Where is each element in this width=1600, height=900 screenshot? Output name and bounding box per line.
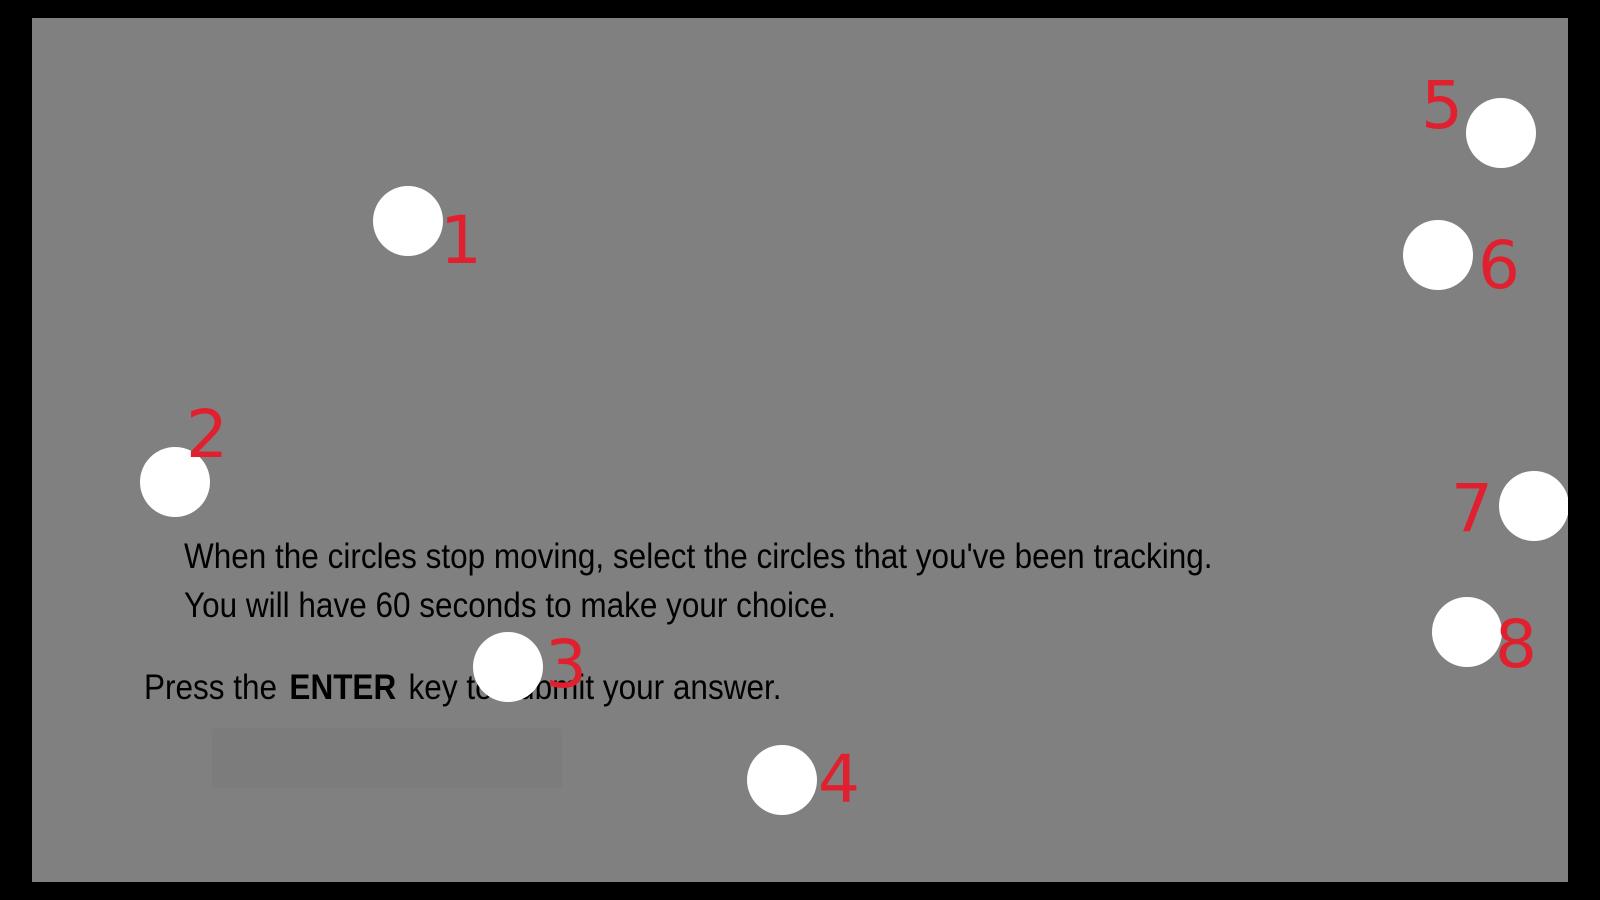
- instructions-text: When the circles stop moving, select the…: [184, 532, 1213, 630]
- tracking-circle-3[interactable]: [473, 632, 543, 702]
- enter-key-label: ENTER: [289, 668, 397, 707]
- tracking-circle-7[interactable]: [1499, 471, 1568, 541]
- circle-number-5: 5: [1421, 67, 1463, 144]
- submit-prefix: Press the: [144, 668, 278, 707]
- instruction-line-1: When the circles stop moving, select the…: [184, 537, 1213, 576]
- circle-number-3: 3: [545, 626, 587, 703]
- screen-frame: When the circles stop moving, select the…: [0, 0, 1600, 900]
- circle-number-8: 8: [1495, 606, 1537, 683]
- tracking-circle-4[interactable]: [747, 745, 817, 815]
- instruction-line-2: You will have 60 seconds to make your ch…: [184, 586, 836, 625]
- tracking-circle-8[interactable]: [1432, 597, 1502, 667]
- tracking-circle-1[interactable]: [373, 186, 443, 256]
- tracking-circle-6[interactable]: [1403, 220, 1473, 290]
- tracking-stage[interactable]: When the circles stop moving, select the…: [32, 18, 1568, 882]
- submit-suffix: key to submit your answer.: [408, 668, 782, 707]
- submit-instruction: Press the ENTER key to submit your answe…: [144, 668, 781, 708]
- circle-number-6: 6: [1478, 227, 1520, 304]
- tracking-circle-5[interactable]: [1466, 98, 1536, 168]
- submit-area: [212, 728, 562, 788]
- circle-number-1: 1: [440, 202, 482, 279]
- circle-number-7: 7: [1451, 470, 1493, 547]
- circle-number-4: 4: [818, 741, 860, 818]
- circle-number-2: 2: [186, 396, 228, 473]
